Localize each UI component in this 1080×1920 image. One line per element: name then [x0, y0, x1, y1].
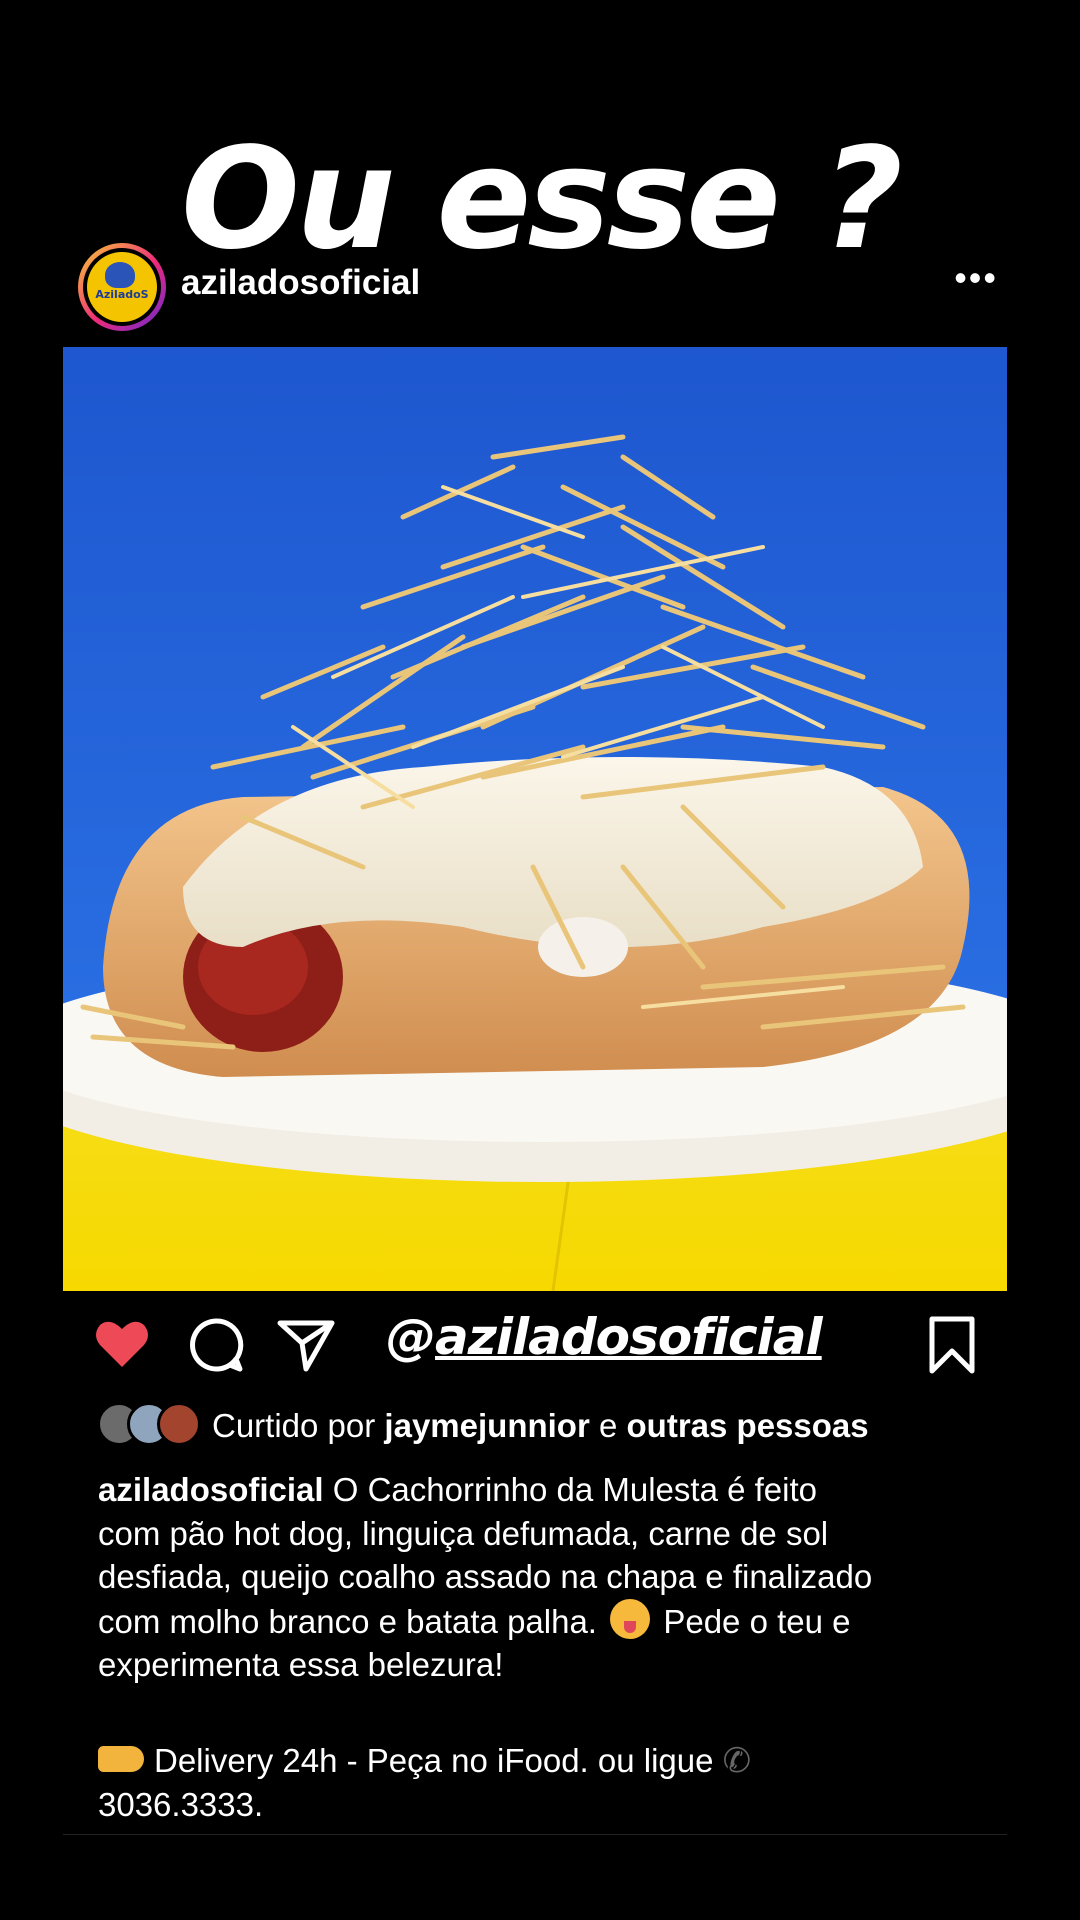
caption-line: 3036.3333.	[98, 1786, 264, 1823]
likes-others[interactable]: outras pessoas	[627, 1407, 869, 1444]
caption-line: experimenta essa belezura!	[98, 1646, 504, 1683]
tongue-face-emoji-icon	[610, 1598, 651, 1639]
avatar[interactable]: AziladoS	[78, 243, 166, 331]
phone-emoji-icon: ✆	[722, 1740, 752, 1781]
heart-filled-icon[interactable]	[92, 1315, 152, 1375]
more-dots-icon[interactable]: •••	[954, 260, 998, 296]
caption-line: com molho branco e batata palha. Pede o …	[98, 1598, 978, 1644]
send-icon[interactable]	[276, 1315, 336, 1375]
post-header: AziladoS aziladosoficial •••	[78, 243, 996, 333]
mention-sticker[interactable]: @aziladosoficial	[386, 1308, 823, 1366]
bookmark-icon[interactable]	[922, 1315, 982, 1375]
mention-at: @	[386, 1308, 436, 1366]
caption-text: O Cachorrinho da Mulesta é feito	[323, 1471, 817, 1508]
mascot-icon	[105, 262, 135, 288]
caption-text: Pede o teu e	[654, 1602, 851, 1640]
likes-prefix: Curtido por	[212, 1407, 385, 1444]
post-username[interactable]: aziladosoficial	[181, 263, 420, 303]
post-caption: aziladosoficial O Cachorrinho da Mulesta…	[98, 1468, 978, 1827]
pointing-hand-emoji-icon	[98, 1745, 144, 1772]
mention-handle: aziladosoficial	[435, 1308, 823, 1366]
likes-connector: e	[589, 1407, 627, 1444]
caption-text: Delivery 24h - Peça no iFood. ou ligue	[154, 1741, 723, 1779]
caption-line: aziladosoficial O Cachorrinho da Mulesta…	[98, 1468, 978, 1512]
caption-line: desfiada, queijo coalho assado na chapa …	[98, 1558, 873, 1595]
comment-icon[interactable]	[186, 1315, 246, 1375]
logo-text: AziladoS	[95, 288, 149, 301]
caption-line: Delivery 24h - Peça no iFood. ou ligue ✆	[98, 1739, 978, 1784]
liker-avatar	[157, 1402, 201, 1446]
caption-line: com pão hot dog, linguiça defumada, carn…	[98, 1514, 829, 1552]
caption-text: com molho branco e batata palha.	[98, 1602, 597, 1640]
caption-username[interactable]: aziladosoficial	[98, 1471, 324, 1508]
divider	[63, 1834, 1007, 1835]
likes-user[interactable]: jaymejunnior	[384, 1407, 589, 1444]
post-image	[63, 347, 1007, 1291]
likes-row[interactable]: Curtido por jaymejunnior e outras pessoa…	[97, 1402, 997, 1448]
likes-text: Curtido por jaymejunnior e outras pessoa…	[212, 1407, 869, 1445]
brand-logo: AziladoS	[87, 252, 157, 322]
